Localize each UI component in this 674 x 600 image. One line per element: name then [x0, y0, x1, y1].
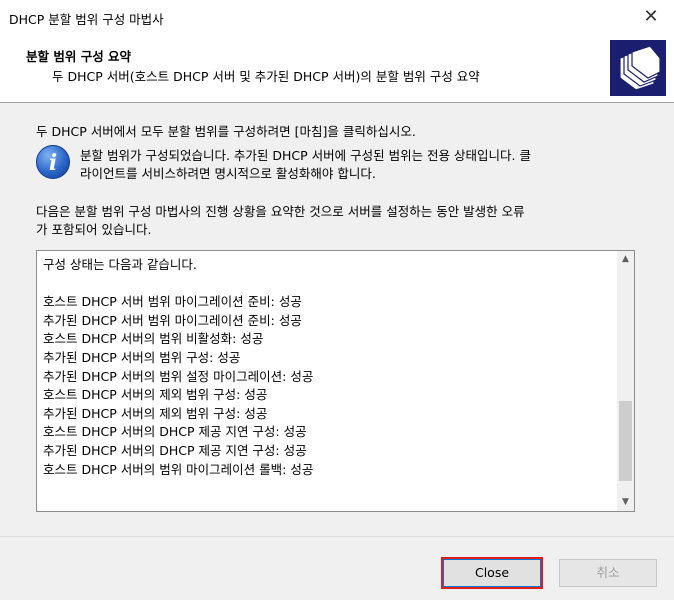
info-icon-glyph: i [48, 150, 58, 176]
wizard-content: 두 DHCP 서버에서 모두 분할 범위를 구성하려면 [마침]을 클릭하십시오… [0, 103, 674, 536]
summary-line: 다음은 분할 범위 구성 마법사의 진행 상황을 요약한 것으로 서버를 설정하… [36, 204, 525, 219]
status-log[interactable]: 구성 상태는 다음과 같습니다. 호스트 DHCP 서버 범위 마이그레이션 준… [36, 250, 635, 512]
log-line: 호스트 DHCP 서버의 범위 비활성화: 성공 [43, 331, 264, 347]
info-icon: i [36, 145, 70, 179]
wizard-footer: Close 취소 [0, 537, 674, 600]
info-line: 분할 범위가 구성되었습니다. 추가된 DHCP 서버에 구성된 범위는 전용 … [80, 148, 531, 163]
scroll-down-icon[interactable]: ▼ [617, 494, 634, 511]
intro-text: 두 DHCP 서버에서 모두 분할 범위를 구성하려면 [마침]을 클릭하십시오… [36, 124, 416, 139]
info-line: 라이언트를 서비스하려면 명시적으로 활성화해야 합니다. [80, 166, 376, 181]
log-line: 호스트 DHCP 서버의 DHCP 제공 지연 구성: 성공 [43, 424, 307, 440]
log-line: 추가된 DHCP 서버 범위 마이그레이션 준비: 성공 [43, 312, 302, 328]
scroll-thumb[interactable] [619, 401, 632, 481]
log-line: 추가된 DHCP 서버의 제외 범위 구성: 성공 [43, 405, 268, 421]
log-lines: 구성 상태는 다음과 같습니다. 호스트 DHCP 서버 범위 마이그레이션 준… [43, 256, 613, 479]
log-line: 추가된 DHCP 서버의 범위 설정 마이그레이션: 성공 [43, 368, 314, 384]
cancel-button: 취소 [559, 559, 657, 587]
page-subheading: 두 DHCP 서버(호스트 DHCP 서버 및 추가된 DHCP 서버)의 분할… [52, 69, 480, 84]
log-line: 추가된 DHCP 서버의 DHCP 제공 지연 구성: 성공 [43, 442, 307, 458]
scroll-up-icon[interactable]: ▲ [617, 251, 634, 268]
log-line: 호스트 DHCP 서버의 제외 범위 구성: 성공 [43, 387, 268, 403]
title-bar: DHCP 분할 범위 구성 마법사 ✕ [0, 0, 674, 34]
summary-description: 다음은 분할 범위 구성 마법사의 진행 상황을 요약한 것으로 서버를 설정하… [36, 203, 636, 239]
folders-wizard-icon [610, 40, 666, 96]
close-icon[interactable]: ✕ [638, 4, 664, 30]
log-line: 호스트 DHCP 서버 범위 마이그레이션 준비: 성공 [43, 294, 302, 310]
window-title: DHCP 분할 범위 구성 마법사 [9, 12, 164, 27]
close-button[interactable]: Close [443, 559, 541, 587]
info-message: 분할 범위가 구성되었습니다. 추가된 DHCP 서버에 구성된 범위는 전용 … [80, 147, 635, 183]
wizard-header: 분할 범위 구성 요약 두 DHCP 서버(호스트 DHCP 서버 및 추가된 … [0, 34, 674, 102]
log-line: 호스트 DHCP 서버의 범위 마이그레이션 롤백: 성공 [43, 461, 314, 477]
page-heading: 분할 범위 구성 요약 [26, 49, 132, 64]
log-line: 구성 상태는 다음과 같습니다. [43, 257, 197, 272]
summary-line: 가 포함되어 있습니다. [36, 222, 152, 237]
log-line: 추가된 DHCP 서버의 범위 구성: 성공 [43, 349, 241, 365]
log-scrollbar[interactable]: ▲ ▼ [617, 251, 634, 511]
